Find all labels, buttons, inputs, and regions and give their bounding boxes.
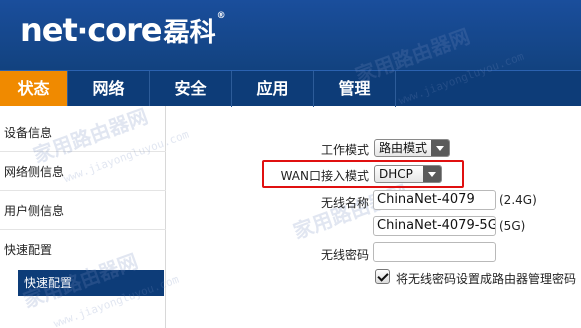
registered-mark: ® [216, 11, 226, 21]
work-mode-label: 工作模式 [320, 143, 369, 157]
wan-mode-label: WAN口接入模式 [280, 169, 369, 183]
sidebar-item-quick-config[interactable]: 快速配置 [0, 231, 166, 269]
sidebar: 设备信息 网络侧信息 用户侧信息 快速配置 快速配置 [0, 106, 166, 328]
password-input[interactable] [373, 242, 496, 262]
brand-name-part1: net [20, 11, 78, 49]
brand-name-part2: core [87, 11, 162, 49]
ssid-24g-band-label: (2.4G) [499, 193, 537, 207]
brand-dot: · [76, 14, 88, 49]
sidebar-subitem-quick-config[interactable]: 快速配置 [18, 270, 164, 296]
brand-logo: net·core磊科® [20, 11, 226, 51]
sync-password-label: 将无线密码设置成路由器管理密码 [396, 272, 577, 286]
ssid-label: 无线名称 [320, 196, 369, 210]
header-bar: net·core磊科® [0, 0, 581, 70]
tab-status[interactable]: 状态 [0, 71, 68, 107]
tab-application[interactable]: 应用 [232, 71, 314, 107]
sidebar-item-network-side-info[interactable]: 网络侧信息 [0, 153, 166, 191]
ssid-5g-input[interactable]: ChinaNet-4079-5G [373, 216, 496, 236]
sidebar-item-device-info[interactable]: 设备信息 [0, 114, 166, 152]
main-nav: 状态 网络 安全 应用 管理 [0, 70, 581, 107]
sync-password-checkbox[interactable] [375, 269, 390, 284]
wan-mode-select[interactable]: DHCP [374, 165, 442, 183]
tab-management[interactable]: 管理 [314, 71, 396, 107]
chevron-down-icon [423, 166, 441, 182]
ssid-5g-band-label: (5G) [499, 219, 526, 233]
password-label: 无线密码 [320, 248, 369, 262]
chevron-down-icon [431, 140, 449, 156]
ssid-24g-input[interactable]: ChinaNet-4079 [373, 190, 496, 210]
wan-mode-value: DHCP [379, 167, 413, 181]
sidebar-item-user-side-info[interactable]: 用户侧信息 [0, 192, 166, 230]
work-mode-value: 路由模式 [379, 141, 428, 155]
tab-security[interactable]: 安全 [150, 71, 232, 107]
brand-name-cn: 磊科 [163, 18, 216, 48]
tab-network[interactable]: 网络 [68, 71, 150, 107]
work-mode-select[interactable]: 路由模式 [374, 139, 450, 157]
